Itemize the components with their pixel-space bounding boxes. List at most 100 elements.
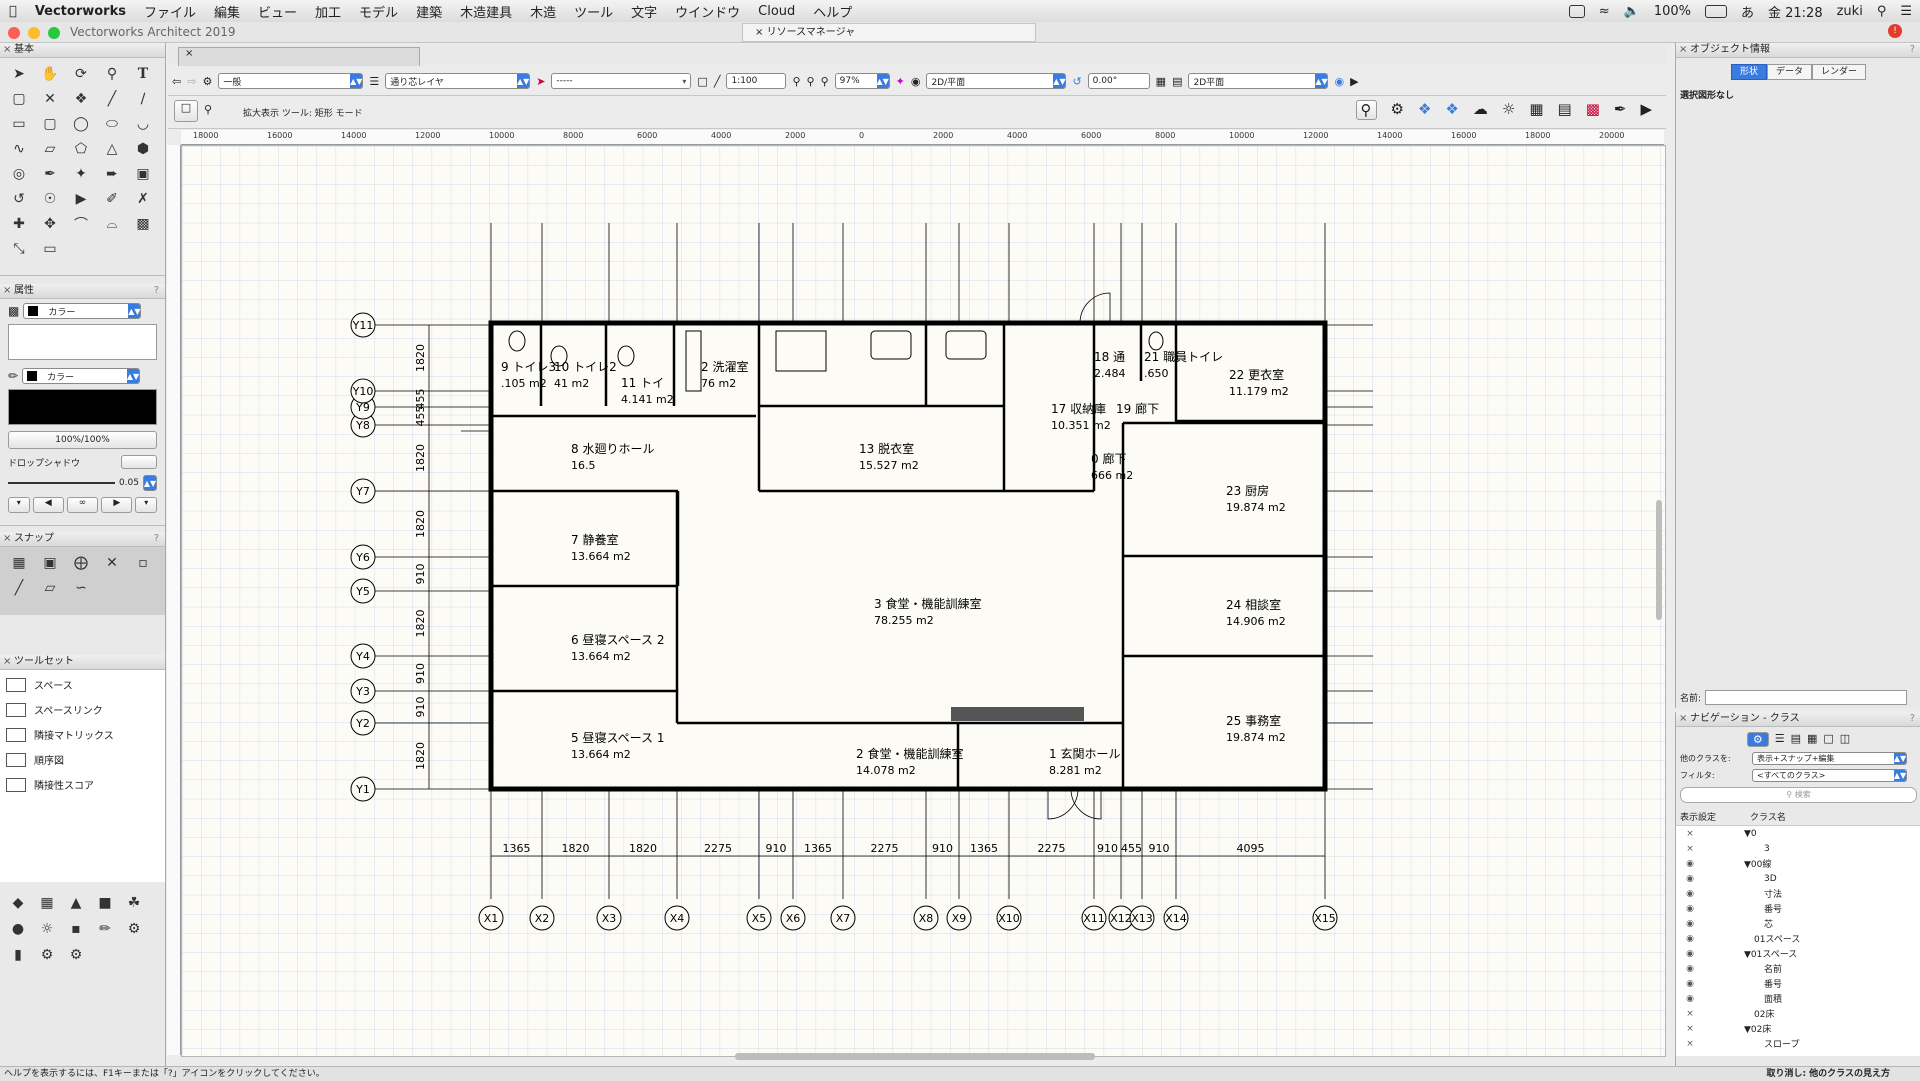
ruler-icon[interactable]: ╱ [714,75,721,88]
close-icon[interactable]: × [3,284,11,298]
polyline-tool-icon[interactable]: ▱ [35,137,65,161]
toolset-detailing-icon[interactable]: ▪ [62,916,90,941]
arc-tool-icon[interactable]: ◡ [128,112,158,136]
eyedropper-tool-icon[interactable]: ✒ [35,162,65,186]
view-icon[interactable]: ◉ [911,75,921,88]
rectangle-tool-icon[interactable]: ▭ [4,112,34,136]
class-row[interactable]: ◉ 番号 [1676,976,1920,991]
adjacency-score-tool[interactable]: 隣接性スコア [0,772,165,797]
arrow-left-icon[interactable]: ◀ [32,497,64,513]
line-weight-slider[interactable] [8,482,115,484]
page-boundary-icon[interactable]: ▩ [1586,100,1600,120]
menu-tools[interactable]: ツール [565,2,622,21]
snap-intersection-icon[interactable]: ✕ [97,551,127,575]
locus-tool-icon[interactable]: ☉ [35,187,65,211]
circle-tool-icon[interactable]: ◯ [66,112,96,136]
help-icon[interactable]: ? [154,284,159,298]
pan-tool-icon[interactable]: ✋ [35,62,65,86]
toolset-visualization-icon[interactable]: ● [4,916,32,941]
flyover-icon[interactable]: ✦ [896,75,905,88]
nav-refs-icon[interactable]: ◫ [1840,732,1850,747]
reshape-tool-icon[interactable]: ➨ [97,162,127,186]
close-icon[interactable]: × [755,27,763,38]
snap-angle-icon[interactable]: ⨁ [66,551,96,575]
menu-view[interactable]: ビュー [249,2,306,21]
double-line-tool-icon[interactable]: ∕ [128,87,158,111]
move-by-points-tool-icon[interactable]: ✚ [4,212,34,236]
class-row[interactable]: × 02床 [1676,1006,1920,1021]
snap-edge-icon[interactable]: ∽ [66,576,96,600]
chamfer-tool-icon[interactable]: ⌓ [97,212,127,236]
spiral-tool-icon[interactable]: ◎ [4,162,34,186]
col-visibility-header[interactable]: 表示設定 [1680,810,1750,823]
active-layer-select[interactable]: 通り芯レイヤ ▲▼ [385,73,531,89]
minimize-window-button[interactable] [28,27,40,39]
close-icon[interactable]: × [1679,43,1687,57]
battery-icon[interactable] [1704,4,1727,18]
help-icon[interactable]: ? [1910,43,1915,57]
other-classes-select[interactable]: 表示+スナップ+編集 ▲▼ [1752,752,1907,765]
eraser-icon[interactable]: ✒ [1614,100,1627,120]
class-row[interactable]: ◉ 寸法 [1676,886,1920,901]
toolset-furniture-icon[interactable]: ▲ [62,890,90,915]
visibility-toggle-icon[interactable]: ◉ [1676,859,1704,869]
vertical-ruler[interactable] [167,145,181,1055]
visibility-toggle-icon[interactable]: × [1676,1039,1704,1049]
settings-gear-icon[interactable]: ⚙ [1391,100,1404,120]
marquee-tool-icon[interactable]: ▢ [4,87,34,111]
tab-shape[interactable]: 形状 [1730,64,1767,80]
saved-view-select[interactable]: ----- ▾ [551,73,692,89]
snap-object-icon[interactable]: ▣ [35,551,65,575]
horizontal-ruler[interactable]: 18000 16000 14000 12000 10000 8000 6000 4000 200… [181,130,1664,145]
class-row[interactable]: ◉ 3D [1676,871,1920,886]
opacity-button[interactable]: 100%/100% [8,431,157,449]
layer-arrow-icon[interactable]: ➤ [536,75,545,88]
visibility-toggle-icon[interactable]: ◉ [1676,919,1704,929]
clock[interactable]: 金 21:28 [1768,2,1823,21]
standard-view-select[interactable]: 2D/平面 ▲▼ [926,73,1067,89]
notification-icon[interactable]: ☰ [1900,4,1912,19]
horizontal-scrollbar[interactable] [735,1053,1095,1060]
back-arrow-icon[interactable]: ⇦ [172,75,181,88]
rotate-plan-icon[interactable]: ↺ [1072,75,1081,88]
class-row[interactable]: ◉ ▼00線 [1676,856,1920,871]
render-icon[interactable]: ▦ [1156,75,1166,88]
nav-sheets-icon[interactable]: ▤ [1791,732,1801,747]
nav-classes-icon[interactable]: ⚙ [1746,732,1769,747]
link-icon[interactable]: ∞ [66,497,99,513]
menu-modify[interactable]: 加工 [306,2,350,21]
space-link-tool[interactable]: スペースリンク [0,697,165,722]
document-tab[interactable]: × [178,47,420,66]
zoom-active-icon[interactable]: ⚲ [1355,100,1377,120]
close-icon[interactable]: × [1679,712,1687,726]
dropbox-icon[interactable] [1568,4,1585,18]
zoom-fit-icon[interactable]: ⚲ [792,75,800,88]
object-visibility-icon[interactable]: ☁ [1473,100,1488,120]
double-polygon-tool-icon[interactable]: △ [97,137,127,161]
light-icon[interactable]: ☼ [1502,100,1515,120]
clip-tool-icon[interactable]: ▩ [128,212,158,236]
expand-icon[interactable]: ▶ [1350,75,1358,88]
adjacency-matrix-tool[interactable]: 隣接マトリックス [0,722,165,747]
resource-manager-tab[interactable]: × リソースマネージャ [742,23,1036,42]
visibility-toggle-icon[interactable]: ◉ [1676,934,1704,944]
filter-select[interactable]: <すべてのクラス> ▲▼ [1752,769,1907,782]
class-row[interactable]: ◉ 01スペース [1676,931,1920,946]
menu-wood[interactable]: 木造 [521,2,565,21]
snap-working-plane-icon[interactable]: ▱ [35,576,65,600]
plan-rotation-field[interactable]: 0.00° [1087,73,1150,89]
volume-icon[interactable]: 🔈 [1624,4,1640,19]
menu-text[interactable]: 文字 [622,2,666,21]
room-label[interactable]: 19 廊下 [1116,401,1159,416]
visibility-toggle-icon[interactable]: × [1676,829,1704,839]
layer-icon[interactable]: ☰ [369,75,379,88]
nav-layers-icon[interactable]: ☰ [1775,732,1785,747]
offset-tool-icon[interactable]: ▣ [128,162,158,186]
toolset-gears-icon[interactable]: ⚙ [33,942,61,967]
vertical-scrollbar[interactable] [1656,500,1662,620]
class-visibility-icon[interactable]: ❖ [1418,100,1431,120]
zoom-select[interactable]: 97% ▲▼ [834,73,890,89]
text-tool-icon[interactable]: T [128,62,158,86]
visibility-toggle-icon[interactable]: ◉ [1676,889,1704,899]
zoom-objects-icon[interactable]: ⚲ [807,75,815,88]
